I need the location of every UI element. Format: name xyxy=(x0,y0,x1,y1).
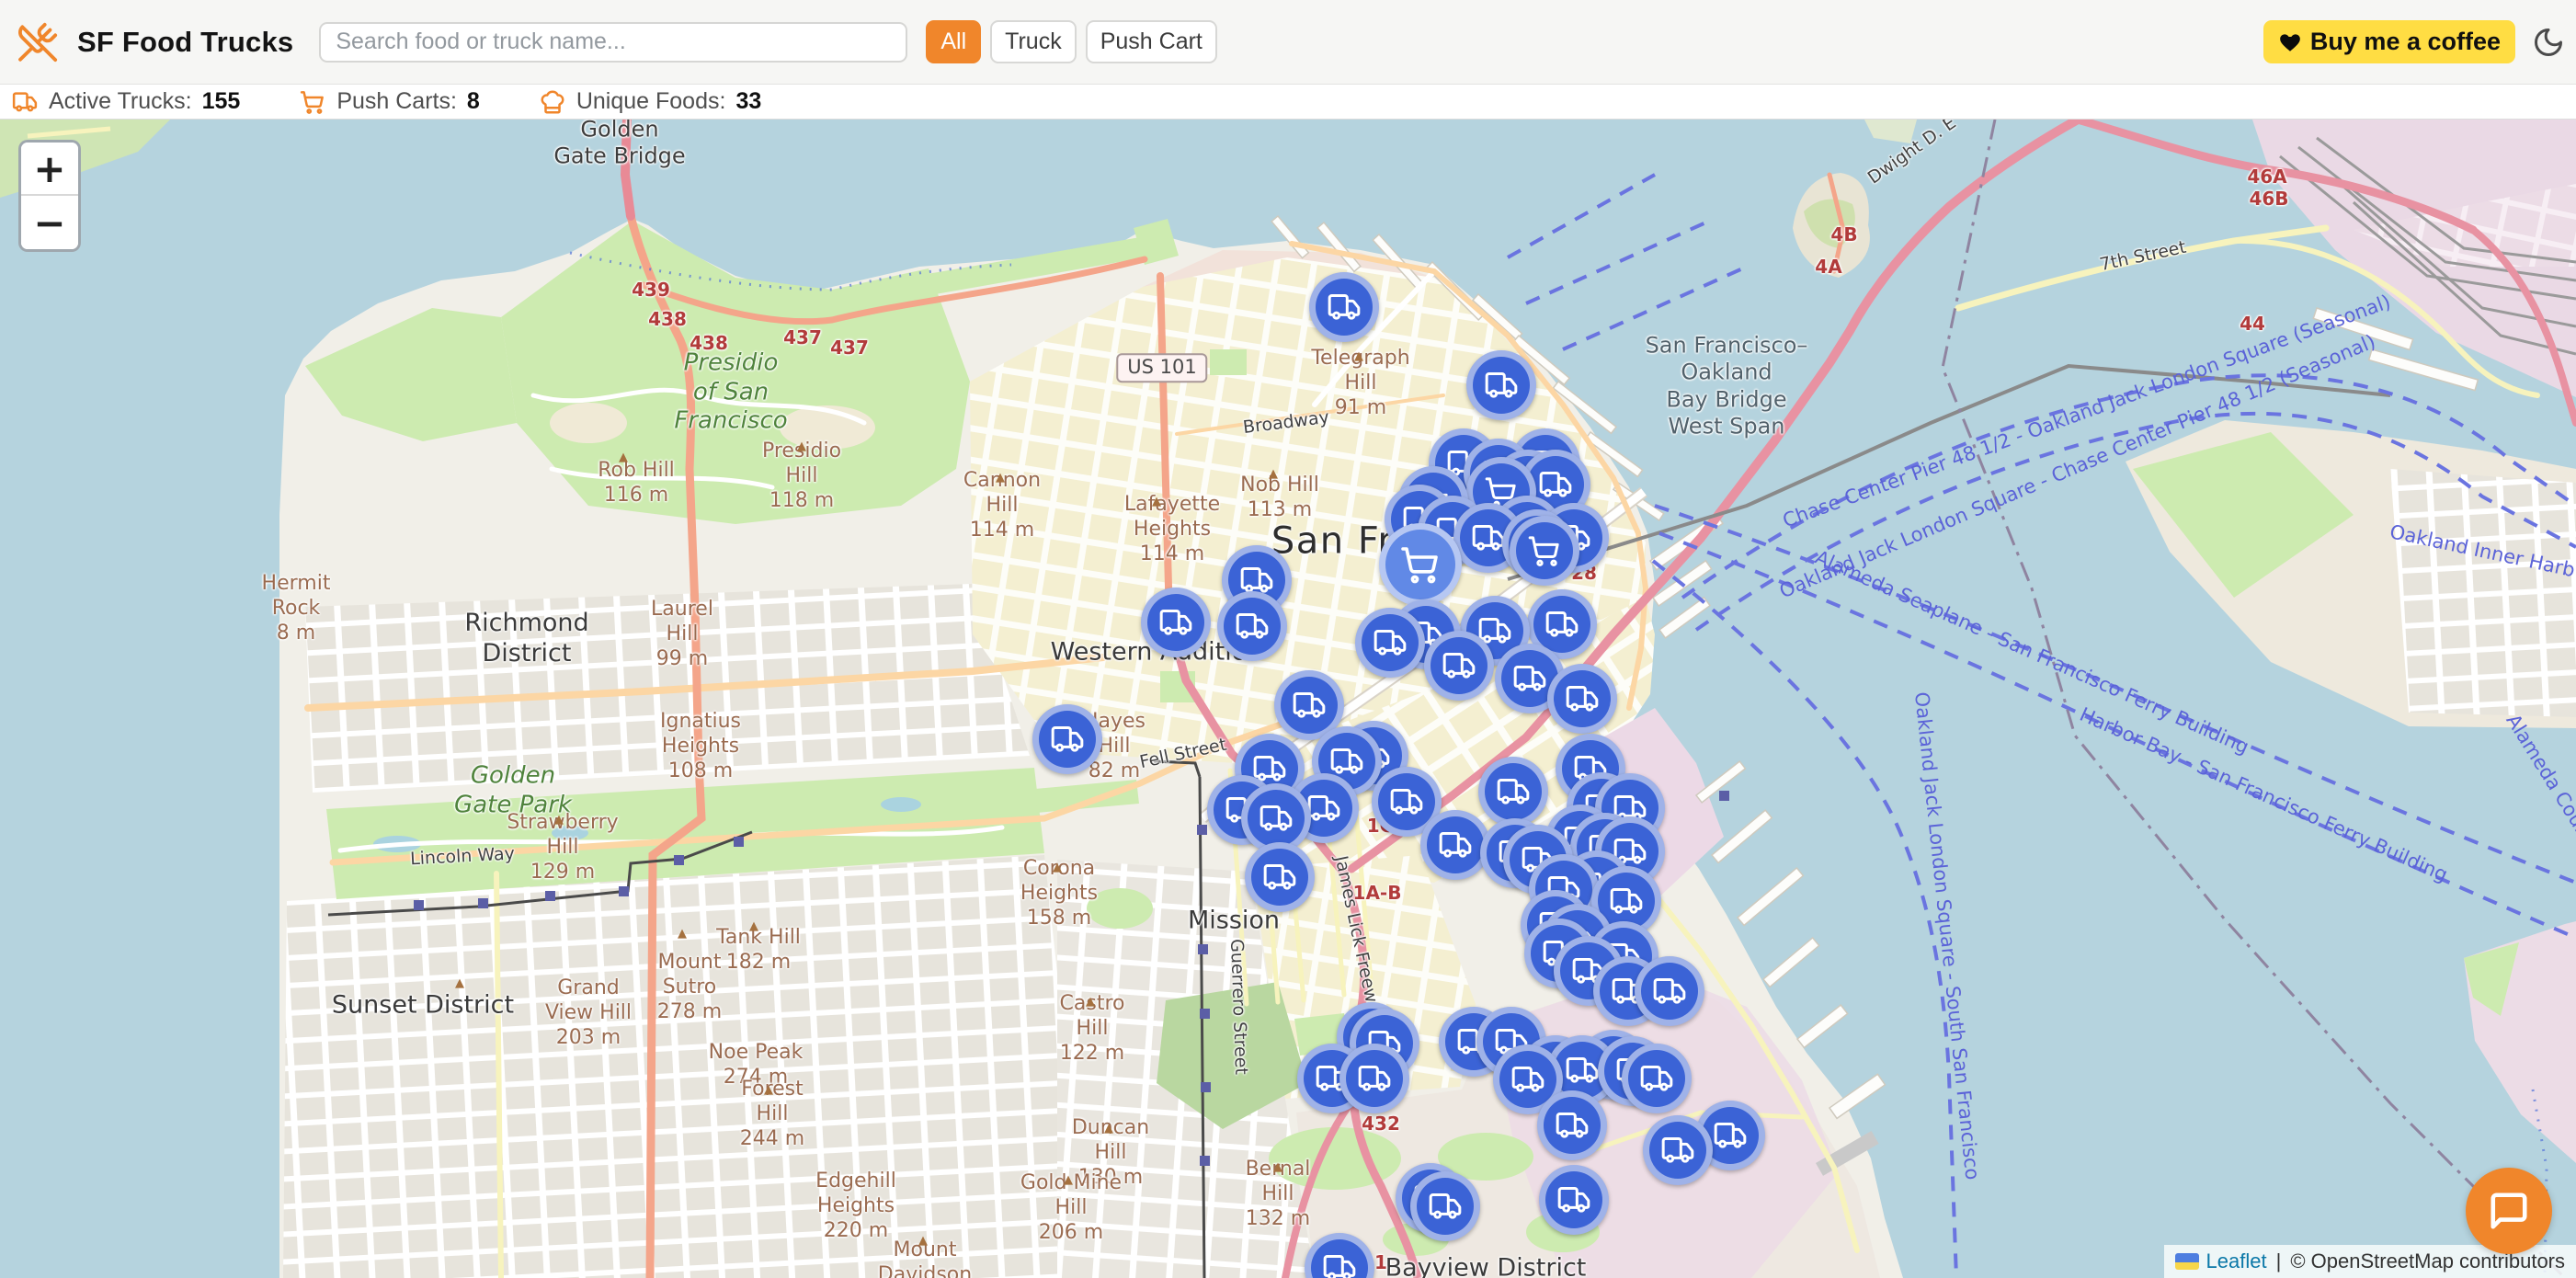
truck-marker[interactable] xyxy=(1643,1115,1713,1185)
push-cart-marker[interactable] xyxy=(1379,523,1462,606)
utensils-crossed-icon xyxy=(17,21,59,63)
truck-marker[interactable] xyxy=(1420,810,1490,880)
feedback-chat-button[interactable] xyxy=(2466,1168,2552,1254)
map-canvas[interactable]: Golden Gate BridgePresidio of San Franci… xyxy=(0,120,2576,1278)
search-input[interactable] xyxy=(319,22,907,63)
truck-marker[interactable] xyxy=(1537,1090,1607,1160)
filter-all-button[interactable]: All xyxy=(926,20,981,63)
header-right: Buy me a coffee xyxy=(2263,20,2559,63)
leaflet-link[interactable]: Leaflet xyxy=(2206,1249,2267,1273)
heart-icon xyxy=(2278,30,2302,54)
filter-truck-button[interactable]: Truck xyxy=(990,20,1077,63)
ukraine-flag-icon xyxy=(2175,1253,2199,1270)
stat-push-carts: Push Carts: 8 xyxy=(299,88,480,116)
truck-marker[interactable] xyxy=(1355,608,1425,678)
osm-attribution: © OpenStreetMap contributors xyxy=(2290,1249,2565,1273)
unique-foods-value: 33 xyxy=(735,88,761,115)
push-carts-value: 8 xyxy=(467,88,480,115)
zoom-out-button[interactable]: − xyxy=(21,196,78,249)
buy-me-a-coffee-button[interactable]: Buy me a coffee xyxy=(2263,20,2515,63)
truck-icon xyxy=(11,88,39,116)
filter-group: All Truck Push Cart xyxy=(926,20,1217,63)
push-carts-label: Push Carts: xyxy=(336,88,457,115)
truck-marker[interactable] xyxy=(1217,591,1287,661)
truck-marker[interactable] xyxy=(1547,664,1617,734)
active-trucks-label: Active Trucks: xyxy=(49,88,192,115)
active-trucks-value: 155 xyxy=(202,88,241,115)
truck-marker[interactable] xyxy=(1245,842,1315,912)
header: SF Food Trucks All Truck Push Cart Buy m… xyxy=(0,0,2576,85)
truck-marker[interactable] xyxy=(1466,350,1536,420)
truck-marker[interactable] xyxy=(1339,1044,1409,1113)
moon-icon[interactable] xyxy=(2532,26,2565,59)
truck-marker[interactable] xyxy=(1478,757,1548,827)
stat-active-trucks: Active Trucks: 155 xyxy=(11,88,240,116)
coffee-label: Buy me a coffee xyxy=(2310,28,2501,56)
truck-marker[interactable] xyxy=(1539,1165,1609,1235)
chat-bubble-icon xyxy=(2488,1190,2530,1232)
truck-marker[interactable] xyxy=(1424,631,1494,701)
unique-foods-label: Unique Foods: xyxy=(576,88,726,115)
truck-marker[interactable] xyxy=(1622,1044,1692,1113)
truck-marker[interactable] xyxy=(1309,272,1379,342)
push-cart-marker[interactable] xyxy=(1510,516,1579,586)
stats-bar: Active Trucks: 155 Push Carts: 8 Unique … xyxy=(0,85,2576,120)
attribution-separator: | xyxy=(2276,1249,2282,1273)
stat-unique-foods: Unique Foods: 33 xyxy=(539,88,761,116)
chef-hat-icon xyxy=(539,88,566,116)
truck-marker[interactable] xyxy=(1635,956,1704,1026)
sf-food-trucks-app: SF Food Trucks All Truck Push Cart Buy m… xyxy=(0,0,2576,1278)
truck-marker[interactable] xyxy=(1032,704,1102,774)
page-title: SF Food Trucks xyxy=(77,26,293,59)
cart-icon xyxy=(299,88,326,116)
zoom-in-button[interactable]: + xyxy=(21,143,78,196)
truck-marker[interactable] xyxy=(1141,588,1211,657)
truck-marker[interactable] xyxy=(1410,1171,1480,1241)
filter-push-cart-button[interactable]: Push Cart xyxy=(1086,20,1217,63)
zoom-control: + − xyxy=(18,140,81,252)
